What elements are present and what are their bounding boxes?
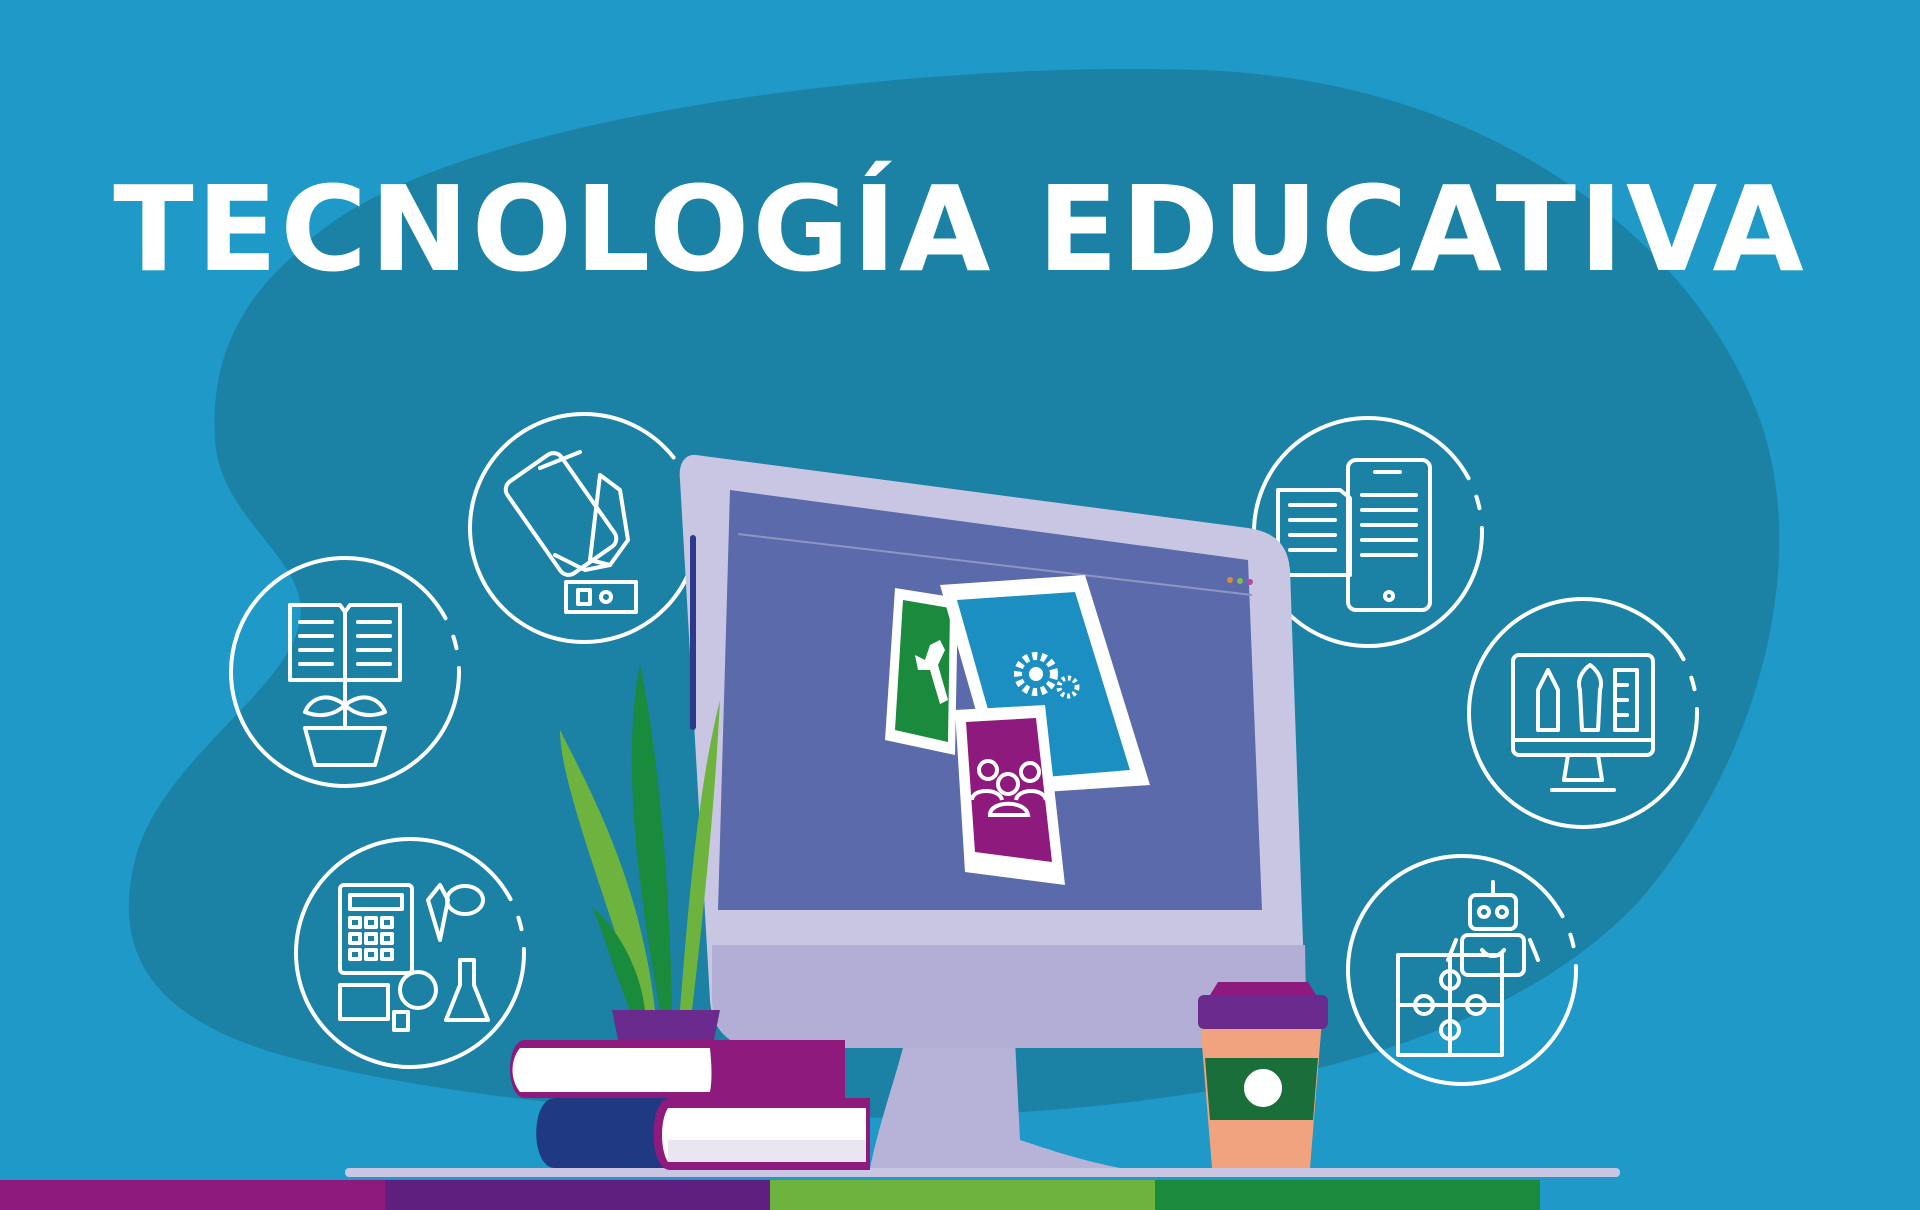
stripe-magenta [0,1180,385,1210]
books-stack-icon [510,1040,870,1170]
page-title: TECNOLOGÍA EDUCATIVA [113,160,1807,298]
desk-surface [345,1168,1620,1177]
stripe-green [1155,1180,1540,1210]
stripe-purple [385,1180,770,1210]
wrench-card-icon [885,588,958,755]
coffee-cup-icon [1198,982,1328,1168]
stripe-lime [770,1180,1155,1210]
